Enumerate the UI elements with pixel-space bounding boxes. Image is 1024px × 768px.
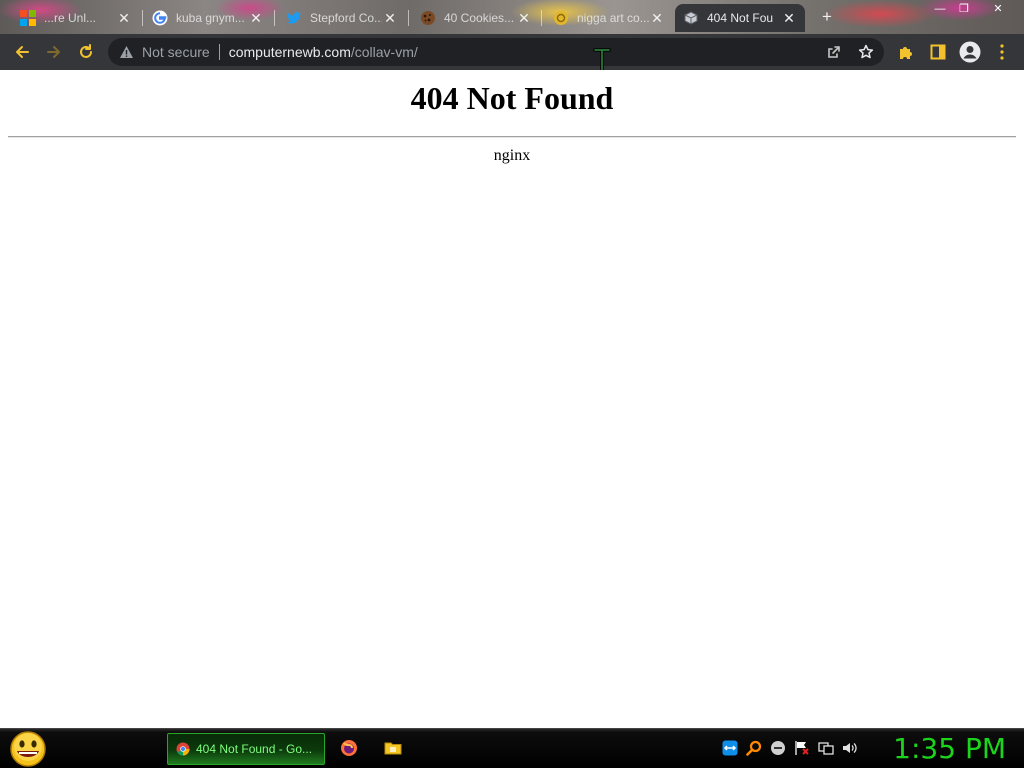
browser-tab[interactable]: 40 Cookies... ✕ [412, 4, 540, 32]
url-path[interactable]: /collav-vm/ [351, 44, 418, 60]
display-icon[interactable] [818, 740, 834, 756]
close-tab-icon[interactable]: ✕ [781, 10, 797, 26]
tab-separator [408, 10, 409, 26]
search-icon[interactable] [746, 740, 762, 756]
page-content: 404 Not Found nginx [0, 70, 1024, 728]
forward-arrow-icon [47, 46, 60, 58]
new-tab-button[interactable]: + [818, 8, 836, 26]
profile-button[interactable] [958, 40, 982, 64]
address-divider [218, 44, 220, 60]
tab-title: 40 Cookies... [444, 11, 515, 25]
maximize-icon[interactable]: ❐ [954, 2, 974, 16]
volume-icon[interactable] [842, 740, 858, 756]
close-tab-icon[interactable]: ✕ [116, 10, 132, 26]
tab-strip: ...re Unl... ✕ kuba gnym... ✕ Stepford C… [0, 0, 1024, 34]
close-tab-icon[interactable]: ✕ [516, 10, 532, 26]
side-panel-button[interactable] [926, 40, 950, 64]
browser-toolbar: Not secure computernewb.com/collav-vm/ [0, 34, 1024, 70]
menu-button[interactable] [990, 40, 1014, 64]
close-window-icon[interactable]: ✕ [988, 2, 1008, 16]
page-favicon [684, 11, 698, 25]
microsoft-icon [20, 10, 36, 26]
url-host[interactable]: computernewb.com [229, 44, 351, 60]
security-status-label[interactable]: Not secure [142, 44, 210, 60]
tab-title: kuba gnym... [176, 11, 245, 25]
minimize-icon[interactable]: — [930, 2, 950, 16]
forward-button[interactable] [42, 40, 66, 64]
tab-title: 404 Not Fou [707, 11, 774, 25]
kebab-menu-icon [1000, 44, 1004, 60]
teamviewer-icon[interactable] [722, 740, 738, 756]
browser-tab[interactable]: ...re Unl... ✕ [12, 4, 140, 32]
page-title: 404 Not Found [410, 80, 614, 116]
cookie-icon [421, 11, 435, 25]
warning-icon[interactable] [118, 44, 134, 60]
share-icon[interactable] [824, 42, 844, 62]
yellow-favicon [554, 11, 568, 25]
tab-separator [274, 10, 275, 26]
browser-tab[interactable]: Stepford Co... ✕ [278, 4, 406, 32]
firefox-icon[interactable] [340, 739, 358, 757]
close-tab-icon[interactable]: ✕ [382, 10, 398, 26]
browser-tab-active[interactable]: 404 Not Fou ✕ [675, 4, 805, 32]
avatar-icon [959, 41, 981, 63]
smiley-start-icon[interactable] [8, 731, 48, 767]
reload-button[interactable] [74, 40, 98, 64]
tab-title: nigga art co... [577, 11, 649, 25]
back-arrow-icon [16, 46, 29, 58]
folder-icon[interactable] [384, 739, 402, 757]
tab-title: Stepford Co... [310, 11, 382, 25]
google-icon [152, 10, 168, 26]
puzzle-piece-icon [900, 47, 912, 59]
taskbar-clock[interactable]: 1:35 PM [870, 731, 1006, 767]
reload-icon [80, 44, 92, 58]
taskbar-chrome-window[interactable]: 404 Not Found - Go... [167, 733, 325, 765]
close-tab-icon[interactable]: ✕ [248, 10, 264, 26]
divider [8, 136, 1016, 138]
taskbar: 404 Not Found - Go... 1:35 PM [0, 728, 1024, 768]
close-tab-icon[interactable]: ✕ [649, 10, 665, 26]
server-signature: nginx [493, 147, 531, 164]
back-button[interactable] [10, 40, 34, 64]
tab-title: ...re Unl... [44, 11, 97, 25]
browser-tab[interactable]: nigga art co... ✕ [545, 4, 673, 32]
extensions-button[interactable] [894, 40, 918, 64]
flag-icon[interactable] [794, 740, 810, 756]
tab-separator [142, 10, 143, 26]
side-panel-icon [930, 44, 946, 60]
twitter-icon [287, 12, 301, 24]
browser-tab[interactable]: kuba gnym... ✕ [144, 4, 272, 32]
chrome-icon [176, 742, 190, 756]
tab-separator [541, 10, 542, 26]
bookmark-star-icon[interactable] [856, 42, 876, 62]
address-bar[interactable]: Not secure computernewb.com/collav-vm/ [108, 38, 884, 66]
network-status-icon[interactable] [770, 740, 786, 756]
taskbar-window-title: 404 Not Found - Go... [196, 742, 313, 756]
